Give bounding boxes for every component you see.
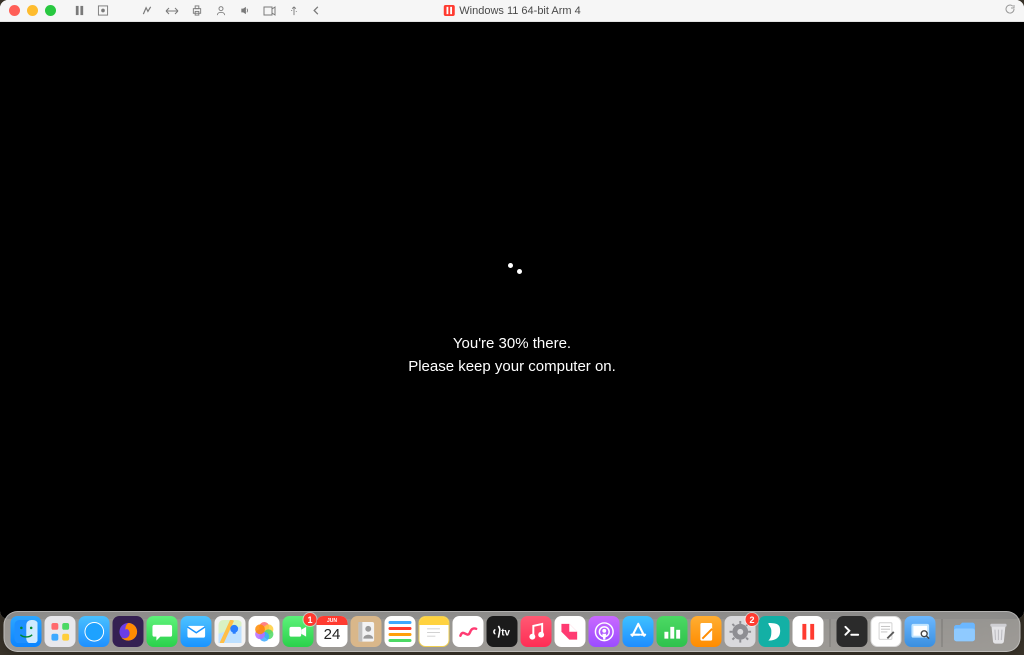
settings-badge: 2 bbox=[746, 613, 759, 626]
update-progress-text: You're 30% there. Please keep your compu… bbox=[408, 333, 616, 378]
update-progress-line1: You're 30% there. bbox=[408, 333, 616, 356]
parallels-badge-icon bbox=[443, 5, 455, 16]
window-controls bbox=[9, 5, 56, 16]
dock-separator bbox=[830, 619, 831, 647]
dock-launchpad[interactable] bbox=[45, 616, 76, 647]
zoom-window-button[interactable] bbox=[45, 5, 56, 16]
shared-folder-icon[interactable] bbox=[215, 5, 227, 16]
dock-downloads[interactable] bbox=[949, 616, 980, 647]
dock-maps[interactable] bbox=[215, 616, 246, 647]
dock-settings[interactable]: 2 bbox=[725, 616, 756, 647]
svg-text:tv: tv bbox=[501, 627, 510, 638]
dock-parallels[interactable] bbox=[793, 616, 824, 647]
calendar-month: JUN bbox=[317, 616, 348, 625]
dock-messages[interactable] bbox=[147, 616, 178, 647]
vm-guest-screen: You're 30% there. Please keep your compu… bbox=[0, 22, 1024, 619]
dock-separator-2 bbox=[942, 619, 943, 647]
close-window-button[interactable] bbox=[9, 5, 20, 16]
dock-facetime[interactable]: 1 bbox=[283, 616, 314, 647]
vm-toolbar-icons bbox=[74, 5, 320, 16]
dock: 1 JUN 24 tv bbox=[4, 611, 1021, 652]
dock-music[interactable] bbox=[521, 616, 552, 647]
dock-firefox[interactable] bbox=[113, 616, 144, 647]
calendar-day: 24 bbox=[317, 626, 348, 643]
dock-notes[interactable] bbox=[419, 616, 450, 647]
usb-icon[interactable] bbox=[288, 5, 300, 16]
dock-preview[interactable] bbox=[905, 616, 936, 647]
update-progress-line2: Please keep your computer on. bbox=[408, 356, 616, 379]
dock-pages[interactable] bbox=[691, 616, 722, 647]
loading-spinner-icon bbox=[498, 263, 526, 291]
pause-vm-icon[interactable] bbox=[74, 5, 85, 16]
chevron-left-icon[interactable] bbox=[312, 5, 320, 16]
actions-icon[interactable] bbox=[141, 5, 153, 16]
snapshot-icon[interactable] bbox=[97, 5, 109, 16]
virtual-machine-window: Windows 11 64-bit Arm 4 You're 30% there… bbox=[0, 0, 1024, 619]
facetime-badge: 1 bbox=[304, 613, 317, 626]
dock-contacts[interactable] bbox=[351, 616, 382, 647]
dock-safari[interactable] bbox=[79, 616, 110, 647]
dock-mail[interactable] bbox=[181, 616, 212, 647]
dock-trash[interactable] bbox=[983, 616, 1014, 647]
dock-finder[interactable] bbox=[11, 616, 42, 647]
dock-textedit[interactable] bbox=[871, 616, 902, 647]
dock-freeform[interactable] bbox=[453, 616, 484, 647]
dock-terminal[interactable] bbox=[837, 616, 868, 647]
refresh-icon[interactable] bbox=[1004, 3, 1016, 18]
dock-reminders[interactable] bbox=[385, 616, 416, 647]
dock-calendar[interactable]: JUN 24 bbox=[317, 616, 348, 647]
printer-icon[interactable] bbox=[191, 5, 203, 16]
dock-tv[interactable]: tv bbox=[487, 616, 518, 647]
minimize-window-button[interactable] bbox=[27, 5, 38, 16]
window-title-text: Windows 11 64-bit Arm 4 bbox=[459, 5, 580, 17]
window-titlebar: Windows 11 64-bit Arm 4 bbox=[0, 0, 1024, 22]
dock-surfshark[interactable] bbox=[759, 616, 790, 647]
dock-podcasts[interactable] bbox=[589, 616, 620, 647]
dock-appstore[interactable] bbox=[623, 616, 654, 647]
dock-numbers[interactable] bbox=[657, 616, 688, 647]
camera-icon[interactable] bbox=[263, 6, 276, 16]
dock-photos[interactable] bbox=[249, 616, 280, 647]
resolution-icon[interactable] bbox=[165, 6, 179, 16]
window-title: Windows 11 64-bit Arm 4 bbox=[443, 5, 580, 17]
sound-icon[interactable] bbox=[239, 5, 251, 16]
dock-news[interactable] bbox=[555, 616, 586, 647]
